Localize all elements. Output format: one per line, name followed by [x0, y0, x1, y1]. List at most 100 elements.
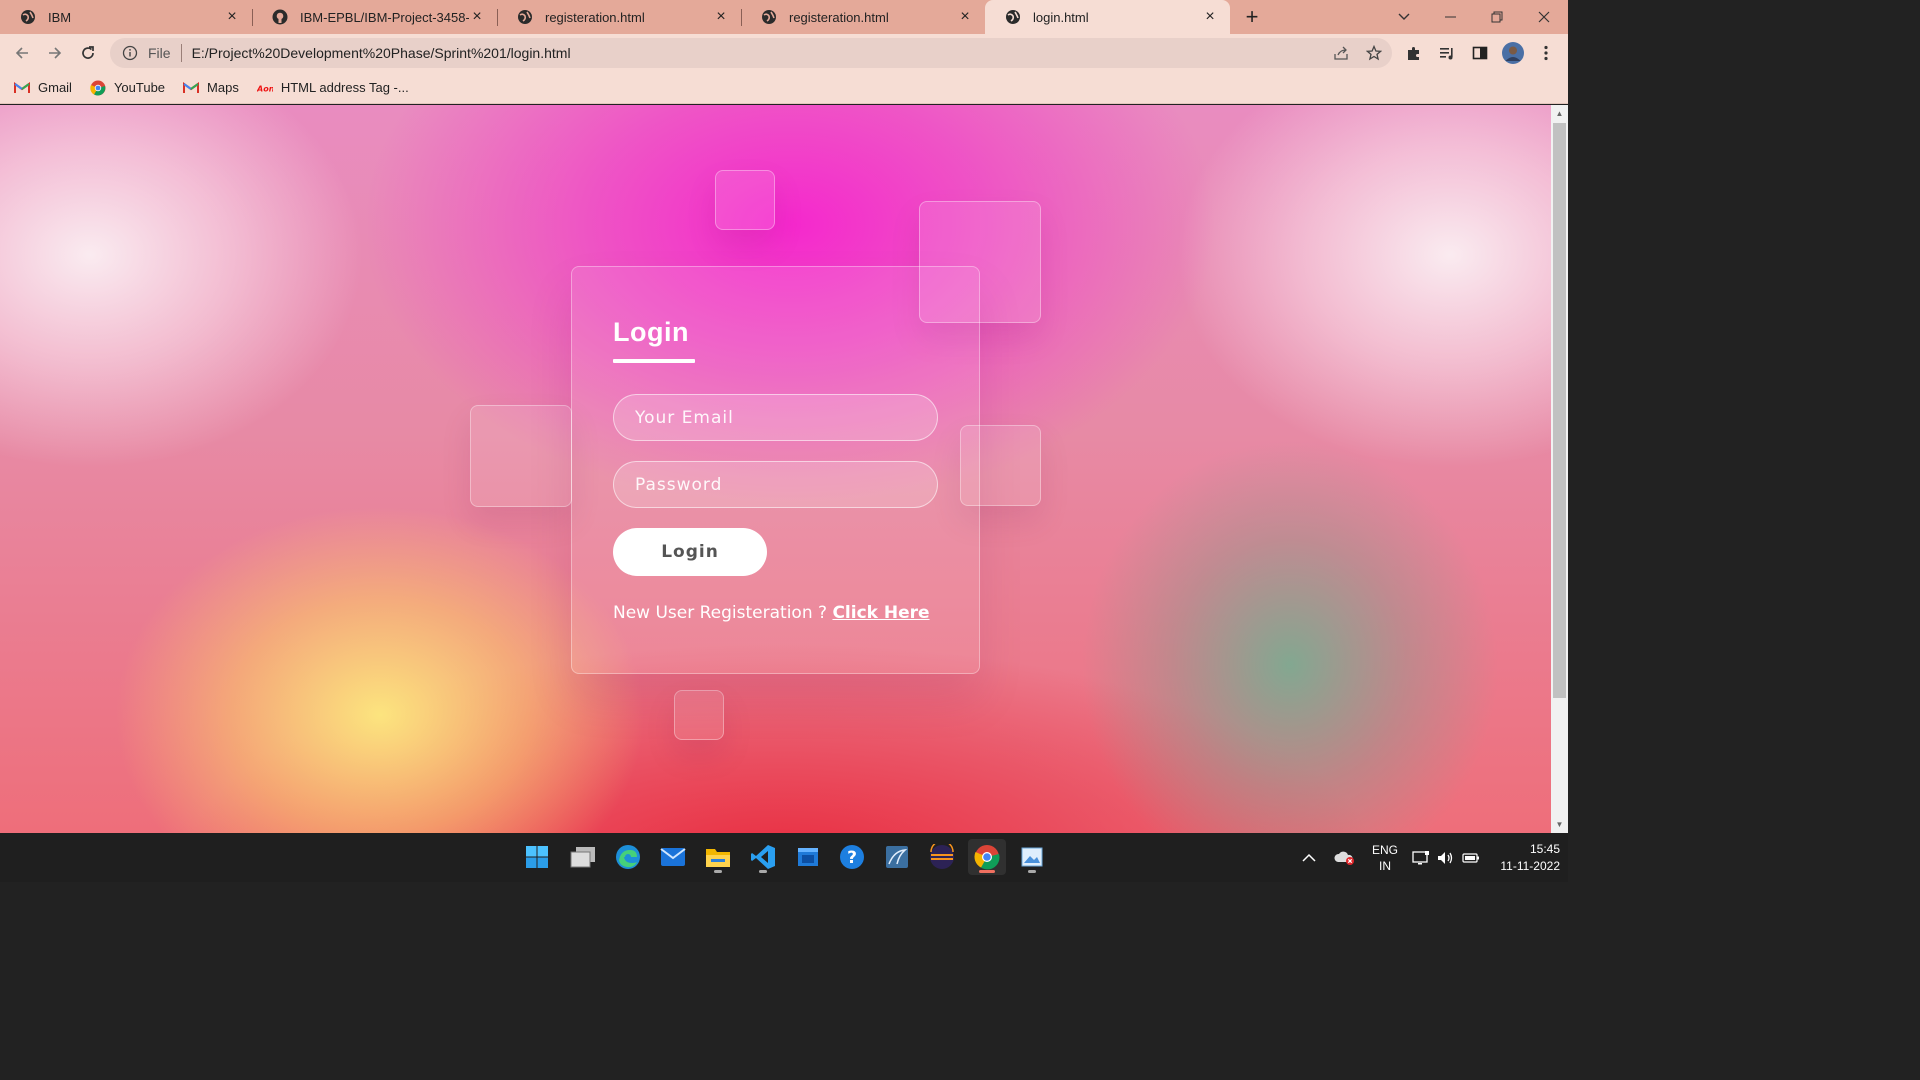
bookmark-star-button[interactable]: [1362, 41, 1386, 65]
help-icon: ?: [840, 845, 864, 869]
share-icon: [1334, 46, 1348, 60]
decorative-square: [715, 170, 775, 230]
chevron-up-icon: [1302, 853, 1316, 862]
mysql-app[interactable]: [878, 839, 916, 875]
close-icon[interactable]: ×: [713, 9, 729, 25]
login-card: Login Login New User Registeration ? Cli…: [571, 266, 980, 674]
edge-app[interactable]: [609, 839, 647, 875]
address-bar[interactable]: File E:/Project%20Development%20Phase/Sp…: [110, 38, 1392, 68]
eclipse-app[interactable]: [923, 839, 961, 875]
chrome-icon: [90, 80, 106, 96]
media-button[interactable]: [1435, 41, 1459, 65]
onedrive-status[interactable]: [1334, 833, 1356, 882]
register-link[interactable]: Click Here: [832, 603, 929, 623]
restore-icon: [1491, 11, 1503, 23]
login-button[interactable]: Login: [613, 528, 767, 576]
close-window-button[interactable]: [1521, 0, 1567, 34]
email-field[interactable]: [613, 394, 938, 441]
scroll-down-icon[interactable]: ▼: [1551, 816, 1568, 833]
close-icon[interactable]: ×: [224, 9, 240, 25]
scheme-label: File: [148, 45, 171, 61]
more-vertical-icon: [1544, 45, 1548, 61]
tab-title: registeration.html: [545, 9, 645, 25]
playlist-icon: [1440, 48, 1453, 60]
menu-button[interactable]: [1534, 41, 1558, 65]
bookmark-label: YouTube: [113, 80, 166, 95]
start-button[interactable]: [518, 839, 556, 875]
tray-overflow-button[interactable]: [1302, 833, 1316, 882]
tab-title: registeration.html: [789, 9, 889, 25]
minimize-button[interactable]: [1428, 0, 1474, 34]
browser-toolbar: File E:/Project%20Development%20Phase/Sp…: [0, 34, 1568, 72]
arrow-right-icon: [49, 47, 62, 59]
bookmark-gmail[interactable]: Gmail: [14, 80, 72, 96]
tab-registeration-2[interactable]: registeration.html ×: [741, 0, 985, 34]
speaker-icon: [1438, 851, 1453, 864]
password-field[interactable]: [613, 461, 938, 508]
help-app[interactable]: ?: [833, 839, 871, 875]
region-code: IN: [1379, 859, 1391, 873]
gmail-icon: [183, 80, 200, 96]
scroll-up-icon[interactable]: ▲: [1551, 105, 1568, 122]
volume-button[interactable]: [1437, 833, 1455, 882]
mysql-icon: [886, 846, 908, 868]
bookmark-html-address-tag[interactable]: Aon HTML address Tag -...: [257, 80, 409, 96]
running-indicator: [759, 870, 767, 873]
network-button[interactable]: [1412, 833, 1430, 882]
tab-registeration-1[interactable]: registeration.html ×: [497, 0, 741, 34]
tab-search-button[interactable]: [1381, 0, 1427, 34]
globe-icon: [1006, 10, 1020, 24]
bookmark-maps[interactable]: Maps: [183, 80, 239, 96]
battery-button[interactable]: [1462, 833, 1480, 882]
store-app[interactable]: [789, 839, 827, 875]
side-panel-button[interactable]: [1468, 41, 1492, 65]
monitor-network-icon: [1412, 850, 1429, 864]
side-panel-icon: [1472, 46, 1488, 60]
profile-button[interactable]: [1501, 41, 1525, 65]
share-button[interactable]: [1329, 41, 1353, 65]
system-clock[interactable]: 15:45 11-11-2022: [1490, 841, 1560, 875]
task-view-button[interactable]: [564, 839, 602, 875]
new-tab-button[interactable]: +: [1240, 4, 1264, 30]
arrow-left-icon: [15, 47, 28, 59]
globe-icon: [518, 10, 532, 24]
language-indicator[interactable]: ENG IN: [1370, 842, 1400, 874]
tab-login[interactable]: login.html ×: [985, 0, 1230, 34]
minimize-icon: [1445, 16, 1456, 18]
reload-button[interactable]: [76, 41, 100, 65]
puzzle-icon: [1408, 47, 1419, 60]
title-underline: [613, 359, 695, 363]
vscode-app[interactable]: [744, 839, 782, 875]
task-view-icon: [570, 847, 595, 868]
taskbar: ? ENG IN 15:45 11-11-2022: [0, 833, 1568, 882]
snipping-app[interactable]: [1013, 839, 1051, 875]
extensions-button[interactable]: [1402, 41, 1426, 65]
bookmark-youtube[interactable]: YouTube: [90, 80, 165, 96]
folder-icon: [706, 849, 730, 867]
svg-text:?: ?: [847, 848, 857, 868]
restore-button[interactable]: [1474, 0, 1520, 34]
chrome-app[interactable]: [968, 839, 1006, 875]
back-button[interactable]: [10, 41, 34, 65]
close-icon[interactable]: ×: [469, 9, 485, 25]
eclipse-icon: [930, 844, 954, 869]
info-icon[interactable]: [122, 45, 138, 61]
scrollbar-thumb[interactable]: [1553, 123, 1566, 698]
tab-github[interactable]: IBM-EPBL/IBM-Project-3458-165 ×: [252, 0, 497, 34]
tab-ibm[interactable]: IBM ×: [0, 0, 252, 34]
url-text[interactable]: E:/Project%20Development%20Phase/Sprint%…: [192, 45, 1392, 61]
scrollbar[interactable]: ▲ ▼: [1551, 105, 1568, 833]
reload-icon: [82, 46, 94, 59]
file-explorer-app[interactable]: [699, 839, 737, 875]
running-indicator: [979, 870, 995, 873]
github-icon: [272, 9, 288, 25]
mail-app[interactable]: [654, 839, 692, 875]
svg-text:Aon: Aon: [257, 84, 273, 92]
close-icon[interactable]: ×: [1202, 9, 1218, 25]
clock-date: 11-11-2022: [1500, 859, 1560, 873]
forward-button[interactable]: [43, 41, 67, 65]
close-icon[interactable]: ×: [957, 9, 973, 25]
register-prompt-text: New User Registeration ?: [613, 603, 833, 623]
windows-icon: [526, 846, 548, 868]
clock-time: 15:45: [1529, 842, 1560, 856]
